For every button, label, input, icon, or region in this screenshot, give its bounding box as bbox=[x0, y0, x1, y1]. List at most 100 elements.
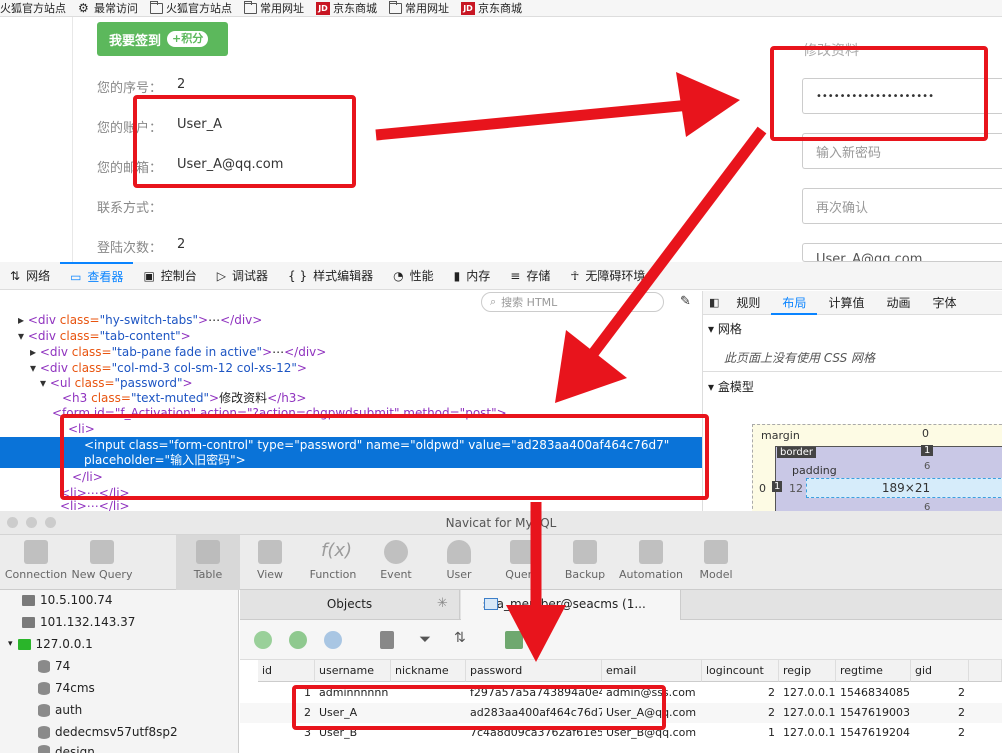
tab-network[interactable]: ⇅ 网络 bbox=[0, 262, 60, 290]
filter-icon[interactable]: ⏷ bbox=[419, 630, 431, 648]
email-input[interactable]: User_A@qq.com bbox=[802, 243, 1002, 262]
code-line[interactable]: <h3 class="text-muted">修改资料</h3> bbox=[62, 391, 307, 406]
import-icon[interactable] bbox=[505, 631, 523, 649]
table-cell-regip[interactable]: 127.0.0.1 bbox=[779, 723, 836, 743]
maximize-window-button[interactable] bbox=[45, 517, 56, 528]
panel-toggle-icon[interactable]: ◧ bbox=[703, 296, 725, 309]
database-item[interactable]: dedecmsv57utf8sp2 bbox=[38, 725, 178, 739]
bookmark-item[interactable]: ⚙ 最常访问 bbox=[78, 0, 138, 16]
code-line[interactable]: ▾ <ul class="password"> bbox=[40, 376, 193, 391]
tab-objects[interactable]: Objects bbox=[240, 590, 460, 620]
table-cell-logincount[interactable]: 1 bbox=[702, 723, 779, 743]
tab-inspector[interactable]: ▭ 查看器 bbox=[60, 261, 134, 290]
table-cell-regip[interactable]: 127.0.0.1 bbox=[779, 683, 836, 703]
column-header[interactable]: logincount bbox=[702, 660, 779, 682]
annotation-box bbox=[60, 414, 709, 500]
tab-storage[interactable]: ≡ 存储 bbox=[500, 262, 560, 290]
table-cell-regtime[interactable]: 1547619204 bbox=[836, 723, 911, 743]
table-cell-gid[interactable]: 2 bbox=[911, 723, 969, 743]
database-icon bbox=[38, 725, 50, 739]
sort-icon[interactable]: ⇅ bbox=[454, 630, 466, 646]
database-item[interactable]: 74cms bbox=[38, 681, 95, 695]
column-header[interactable]: regip bbox=[779, 660, 836, 682]
column-header[interactable]: username bbox=[315, 660, 391, 682]
confirm-password-input[interactable]: 再次确认 bbox=[802, 188, 1002, 224]
new-query-button[interactable]: New Query bbox=[70, 535, 134, 590]
code-line[interactable]: ▾ <div class="col-md-3 col-sm-12 col-xs-… bbox=[30, 361, 307, 376]
backup-button[interactable]: Backup bbox=[553, 535, 617, 590]
table-icon bbox=[484, 598, 498, 610]
annotation-box bbox=[292, 685, 666, 730]
tab-memory[interactable]: ▮ 内存 bbox=[444, 262, 501, 290]
tab-performance[interactable]: ◔ 性能 bbox=[383, 262, 444, 290]
tab-style-editor[interactable]: { } 样式编辑器 bbox=[278, 262, 383, 290]
table-cell-logincount[interactable]: 2 bbox=[702, 683, 779, 703]
folder-icon bbox=[244, 0, 257, 14]
points-badge: +积分 bbox=[167, 31, 209, 47]
grid-section-header[interactable]: ▾ 网格 bbox=[708, 320, 742, 337]
text-icon[interactable] bbox=[380, 631, 394, 649]
tab-accessibility[interactable]: ☥ 无障碍环境 bbox=[560, 262, 655, 290]
database-item[interactable]: 74 bbox=[38, 659, 70, 673]
column-header[interactable]: regtime bbox=[836, 660, 911, 682]
minimize-window-button[interactable] bbox=[26, 517, 37, 528]
tab-console[interactable]: ▣ 控制台 bbox=[133, 262, 206, 290]
bookmark-item[interactable]: JD 京东商城 bbox=[461, 0, 522, 16]
bookmark-item[interactable]: 常用网址 bbox=[244, 0, 304, 16]
begin-transaction-icon[interactable] bbox=[254, 631, 272, 649]
folder-icon bbox=[150, 0, 163, 14]
query-button[interactable]: Query bbox=[490, 535, 554, 590]
column-header[interactable]: email bbox=[602, 660, 702, 682]
code-line[interactable]: <li>⋯</li> bbox=[60, 499, 130, 511]
close-window-button[interactable] bbox=[7, 517, 18, 528]
bookmark-item[interactable]: 火狐官方站点 bbox=[150, 0, 232, 16]
automation-button[interactable]: Automation bbox=[618, 535, 684, 590]
connection-button[interactable]: Connection bbox=[4, 535, 68, 590]
tab-animations[interactable]: 动画 bbox=[875, 291, 921, 315]
login-count-value: 2 bbox=[177, 237, 186, 252]
margin-top-value: 0 bbox=[922, 427, 929, 440]
table-cell-logincount[interactable]: 2 bbox=[702, 703, 779, 723]
box-model-header[interactable]: ▾ 盒模型 bbox=[708, 378, 754, 395]
code-line[interactable]: ▸ <div class="hy-switch-tabs">⋯</div> bbox=[18, 313, 262, 328]
user-button[interactable]: User bbox=[427, 535, 491, 590]
eyedropper-icon[interactable]: ✎ bbox=[680, 294, 691, 309]
bookmark-item[interactable]: 常用网址 bbox=[389, 0, 449, 16]
function-button[interactable]: f(x) Function bbox=[301, 535, 365, 590]
padding-label: padding bbox=[792, 464, 837, 477]
table-cell-regtime[interactable]: 1547619003 bbox=[836, 703, 911, 723]
tab-fonts[interactable]: 字体 bbox=[921, 291, 967, 315]
column-header[interactable]: nickname bbox=[391, 660, 466, 682]
table-cell-regtime[interactable]: 1546834085 bbox=[836, 683, 911, 703]
braces-icon: { } bbox=[288, 268, 308, 283]
code-line[interactable]: ▸ <div class="tab-pane fade in active">⋯… bbox=[30, 345, 326, 360]
connection-item[interactable]: 10.5.100.74 bbox=[22, 593, 113, 607]
tab-computed[interactable]: 计算值 bbox=[817, 291, 875, 315]
column-header[interactable]: gid bbox=[911, 660, 969, 682]
connection-item[interactable]: ▾ 127.0.0.1 bbox=[8, 637, 93, 651]
commit-icon[interactable] bbox=[289, 631, 307, 649]
field-label: 您的序号： bbox=[97, 81, 163, 96]
bookmark-item[interactable]: 火狐官方站点 bbox=[0, 0, 66, 16]
table-cell-gid[interactable]: 2 bbox=[911, 703, 969, 723]
model-button[interactable]: Model bbox=[684, 535, 748, 590]
code-line[interactable]: ▾ <div class="tab-content"> bbox=[18, 329, 191, 344]
table-cell-gid[interactable]: 2 bbox=[911, 683, 969, 703]
database-item[interactable]: design bbox=[38, 745, 95, 753]
column-header[interactable]: password bbox=[466, 660, 602, 682]
signin-button[interactable]: 我要签到 +积分 bbox=[97, 22, 228, 56]
table-cell-regip[interactable]: 127.0.0.1 bbox=[779, 703, 836, 723]
plug-icon bbox=[24, 540, 48, 564]
tab-debugger[interactable]: ▷ 调试器 bbox=[207, 262, 278, 290]
connection-item[interactable]: 101.132.143.37 bbox=[22, 615, 135, 629]
view-button[interactable]: View bbox=[238, 535, 302, 590]
column-header[interactable]: id bbox=[258, 660, 315, 682]
database-item[interactable]: auth bbox=[38, 703, 82, 717]
bookmark-item[interactable]: JD 京东商城 bbox=[316, 0, 377, 16]
refresh-icon[interactable] bbox=[324, 631, 342, 649]
tab-layout[interactable]: 布局 bbox=[771, 291, 818, 315]
tab-rules[interactable]: 规则 bbox=[725, 291, 771, 315]
table-button[interactable]: Table bbox=[176, 535, 240, 590]
event-button[interactable]: Event bbox=[364, 535, 428, 590]
search-html-input[interactable]: ⌕ 搜索 HTML bbox=[481, 292, 664, 312]
